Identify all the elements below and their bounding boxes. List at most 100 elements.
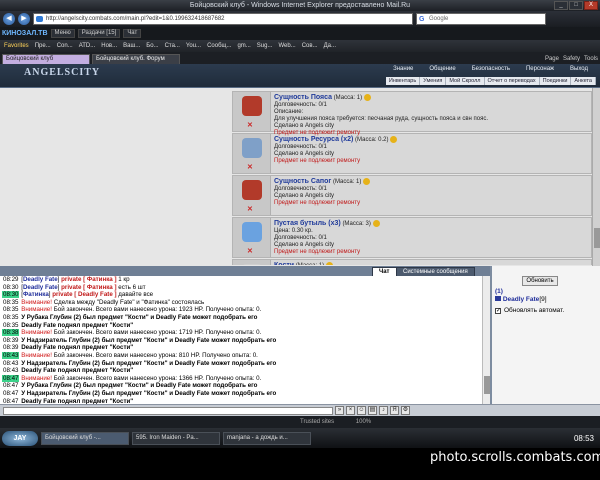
inventory-item[interactable]: ✕ Сущность Пояса (Масса: 1) Долговечность… — [232, 91, 592, 136]
favorite-link[interactable]: Да... — [322, 42, 338, 51]
message-nick[interactable]: Deadly Fate — [23, 276, 58, 283]
message-time[interactable]: 08:43 — [2, 360, 19, 367]
item-name[interactable]: Сущность Сапог — [274, 178, 331, 185]
scroll-thumb[interactable] — [594, 228, 600, 248]
message-time[interactable]: 08:39 — [2, 337, 19, 344]
item-name[interactable]: Кости — [274, 262, 294, 265]
inventory-scrollbar[interactable] — [592, 88, 600, 266]
message-private[interactable]: private [ Фатинка ] — [61, 284, 116, 291]
message-time[interactable]: 08:29 — [2, 276, 19, 283]
subnav-scroll[interactable]: Мой Скролл — [446, 77, 485, 85]
inventory-item[interactable]: ✕Кости (Масса: 1) — [232, 259, 592, 265]
favorite-link[interactable]: gm... — [235, 42, 252, 51]
subnav-battles[interactable]: Поединки — [540, 77, 572, 85]
tab-forum[interactable]: Бойцовский клуб. Форум — [92, 54, 180, 64]
page-menu[interactable]: Page — [545, 54, 559, 64]
favorite-link[interactable]: Sug... — [255, 42, 275, 51]
close-button[interactable]: X — [584, 1, 598, 10]
tools-menu[interactable]: Tools — [584, 54, 598, 64]
forward-button[interactable]: ▶ — [18, 13, 30, 25]
task-browser[interactable]: manjana - а дождь и... — [223, 431, 311, 445]
message-private[interactable]: private [ Deadly Fate ] — [52, 291, 116, 298]
favorite-link[interactable]: Сообщ... — [205, 42, 233, 51]
minimize-button[interactable]: _ — [554, 1, 568, 10]
message-time[interactable]: 08:43 — [2, 367, 19, 374]
nav-knowledge[interactable]: Знание — [385, 66, 421, 72]
zoom-level[interactable]: 100% — [356, 419, 391, 425]
task-player[interactable]: 595. Iron Maiden - Pa... — [132, 431, 220, 445]
nav-communication[interactable]: Общение — [421, 66, 463, 72]
subnav-skills[interactable]: Умения — [420, 77, 447, 85]
message-time[interactable]: 08:38 — [2, 329, 20, 337]
toolbar-slot-3[interactable]: Чат — [123, 29, 142, 38]
chat-input[interactable] — [3, 406, 333, 415]
start-button[interactable]: JAY — [2, 430, 38, 446]
item-name[interactable]: Сущность Ресурса (x2) — [274, 136, 353, 143]
favorite-link[interactable]: Пре... — [33, 42, 53, 51]
nav-exit[interactable]: Выход — [562, 66, 596, 72]
favorite-link[interactable]: Web... — [276, 42, 297, 51]
task-combats[interactable]: Бойцовский клуб -... — [41, 431, 129, 445]
message-time[interactable]: 08:35 — [2, 322, 19, 329]
back-button[interactable]: ◀ — [3, 13, 15, 25]
nav-character[interactable]: Персонаж — [518, 66, 562, 72]
message-time[interactable]: 08:35 — [2, 306, 19, 313]
message-time[interactable]: 08:35 — [2, 299, 19, 306]
item-picture[interactable]: ✕ — [233, 134, 271, 173]
delete-icon[interactable]: ✕ — [247, 121, 253, 129]
favorite-link[interactable]: You... — [184, 42, 203, 51]
inventory-item[interactable]: ✕ Сущность Сапог (Масса: 1) Долговечность… — [232, 175, 592, 216]
item-picture[interactable]: ✕ — [233, 260, 271, 265]
send-button[interactable]: » — [335, 406, 344, 415]
chat-scrollbar[interactable] — [482, 276, 490, 404]
inventory-item[interactable]: ✕ Пустая бутыль (x3) (Масса: 3) Цена: 0.3… — [232, 217, 592, 258]
maximize-button[interactable]: □ — [569, 1, 583, 10]
favorite-link[interactable]: Ста... — [163, 42, 182, 51]
tab-system-messages[interactable]: Системные сообщения — [396, 267, 475, 276]
toolbar-slot-2[interactable]: Раздачи [15] — [77, 29, 121, 38]
toolbar-slot-1[interactable]: Меню — [50, 29, 75, 38]
favorite-link[interactable]: Нов... — [99, 42, 119, 51]
item-name[interactable]: Пустая бутыль (x3) — [274, 220, 341, 227]
message-private[interactable]: private [ Фатинка ] — [61, 276, 116, 283]
message-time[interactable]: 08:39 — [2, 344, 19, 351]
favorite-link[interactable]: Сов... — [300, 42, 320, 51]
favorite-link[interactable]: ATD... — [77, 42, 98, 51]
favorite-link[interactable]: Con... — [55, 42, 75, 51]
tab-combats[interactable]: Бойцовский клуб — [2, 54, 90, 64]
safety-menu[interactable]: Safety — [563, 54, 580, 64]
search-input[interactable]: G Google — [416, 13, 546, 25]
item-picture[interactable]: ✕ — [233, 176, 271, 215]
online-user[interactable]: Deadly Fate[9] — [495, 296, 547, 303]
tab-chat[interactable]: Чат — [372, 267, 397, 276]
delete-icon[interactable]: ✕ — [247, 205, 253, 213]
subnav-transfers[interactable]: Отчет о переводах — [485, 77, 540, 85]
message-time[interactable]: 08:43 — [2, 351, 20, 359]
message-time[interactable]: 08:30 — [2, 291, 20, 299]
message-time[interactable]: 08:47 — [2, 382, 19, 389]
favorite-link[interactable]: Ваш... — [121, 42, 142, 51]
nav-security[interactable]: Безопасность — [464, 66, 518, 72]
url-field[interactable]: http://angelscity.combats.com/main.pl?ed… — [33, 13, 413, 25]
message-time[interactable]: 08:35 — [2, 314, 19, 321]
smile-icon[interactable]: ☺ — [357, 406, 366, 415]
message-time[interactable]: 08:47 — [2, 374, 20, 382]
message-time[interactable]: 08:47 — [2, 390, 19, 397]
filter-icon[interactable]: ▤ — [368, 406, 377, 415]
message-time[interactable]: 08:30 — [2, 284, 19, 291]
item-picture[interactable]: ✕ — [233, 218, 271, 257]
translit-icon[interactable]: Я — [390, 406, 399, 415]
settings-icon[interactable]: ⚙ — [401, 406, 410, 415]
inventory-item[interactable]: ✕ Сущность Ресурса (x2) (Масса: 0.2) Долг… — [232, 133, 592, 174]
checkbox-icon[interactable]: ✓ — [495, 307, 501, 314]
favorite-link[interactable]: Бо... — [144, 42, 160, 51]
user-name[interactable]: Deadly Fate — [503, 296, 540, 303]
item-name[interactable]: Сущность Пояса — [274, 94, 332, 101]
subnav-inventory[interactable]: Инвентарь — [386, 77, 421, 85]
item-picture[interactable]: ✕ — [233, 92, 271, 131]
clear-button[interactable]: × — [346, 406, 355, 415]
auto-refresh-toggle[interactable]: ✓ Обновлять автомат. — [495, 307, 564, 314]
delete-icon[interactable]: ✕ — [247, 163, 253, 171]
favorites-button[interactable]: Favorites — [2, 42, 31, 51]
delete-icon[interactable]: ✕ — [247, 247, 253, 255]
